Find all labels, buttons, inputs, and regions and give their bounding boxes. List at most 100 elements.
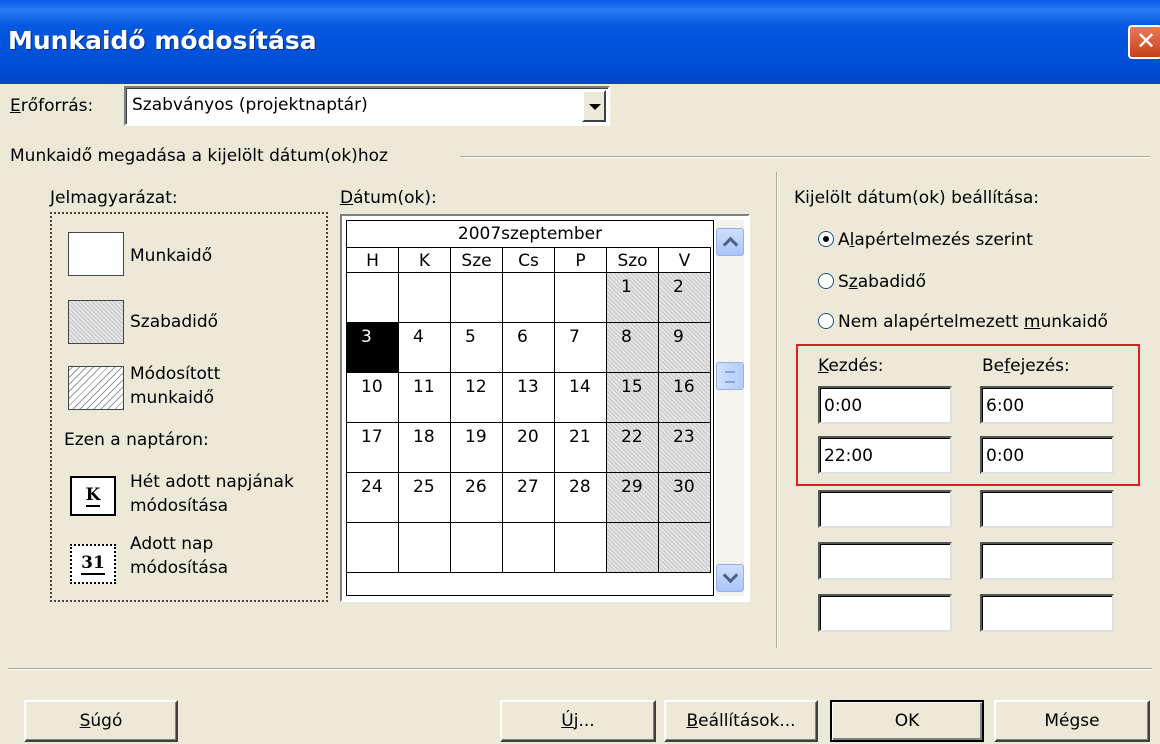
calendar-day[interactable] <box>607 523 659 573</box>
legend-weekday-label: Hét adott napjának módosítása <box>130 472 294 516</box>
calendar-day[interactable]: 7 <box>555 323 607 373</box>
start-label: Kezdés: <box>818 356 884 376</box>
legend-nonworking-label: Szabadidő <box>130 312 219 332</box>
modified-time-swatch <box>68 366 124 410</box>
calendar-day[interactable]: 8 <box>607 323 659 373</box>
radio-nondefault-working[interactable]: Nem alapértelmezett munkaidő <box>818 312 1108 332</box>
calendar-day[interactable]: 9 <box>659 323 711 373</box>
working-time-swatch <box>68 232 124 276</box>
calendar-day[interactable]: 18 <box>399 423 451 473</box>
calendar-grid: H K Sze Cs P Szo V 1 2 3 4 5 6 7 8 9 10 11 12 13 14 15 16 17 18 1… <box>347 247 711 573</box>
legend-title: Jelmagyarázat: <box>50 188 178 208</box>
weekday-header[interactable]: Sze <box>451 247 503 273</box>
bottom-divider <box>8 668 1152 670</box>
calendar-day[interactable] <box>347 523 399 573</box>
start-time-field-1[interactable]: 0:00 <box>818 386 952 424</box>
dates-label: Dátum(ok): <box>340 188 437 208</box>
new-button[interactable]: Új... <box>500 700 656 742</box>
radio-default[interactable]: Alapértelmezés szerint <box>818 230 1033 250</box>
resource-select-value: Szabványos (projektnaptár) <box>132 95 368 115</box>
weekday-header[interactable]: V <box>659 247 711 273</box>
calendar-day[interactable]: 12 <box>451 373 503 423</box>
radio-nonworking[interactable]: Szabadidő <box>818 272 926 292</box>
calendar-day[interactable]: 14 <box>555 373 607 423</box>
start-time-field-5[interactable] <box>818 594 952 632</box>
calendar-day[interactable]: 4 <box>399 323 451 373</box>
legend-day-label: Adott nap módosítása <box>130 534 229 578</box>
calendar-day[interactable] <box>503 273 555 323</box>
scroll-down-icon[interactable] <box>716 564 744 592</box>
calendar-day[interactable] <box>347 273 399 323</box>
end-time-field-3[interactable] <box>980 490 1114 528</box>
end-time-field-4[interactable] <box>980 542 1114 580</box>
calendar-day[interactable]: 27 <box>503 473 555 523</box>
end-time-field-5[interactable] <box>980 594 1114 632</box>
calendar-day[interactable] <box>555 273 607 323</box>
legend-working-label: Munkaidő <box>130 246 213 266</box>
calendar-day[interactable]: 1 <box>607 273 659 323</box>
weekday-header[interactable]: Cs <box>503 247 555 273</box>
scroll-thumb[interactable] <box>716 362 744 390</box>
calendar-day[interactable] <box>399 523 451 573</box>
calendar-day[interactable] <box>659 523 711 573</box>
calendar-day[interactable]: 5 <box>451 323 503 373</box>
weekday-header[interactable]: H <box>347 247 399 273</box>
vertical-divider <box>776 172 778 648</box>
calendar-day[interactable]: 24 <box>347 473 399 523</box>
close-button[interactable]: ✕ <box>1128 25 1160 59</box>
calendar-day[interactable]: 3 <box>347 323 399 373</box>
calendar-day[interactable]: 25 <box>399 473 451 523</box>
end-time-field-1[interactable]: 6:00 <box>980 386 1114 424</box>
radio-unchecked-icon <box>818 313 834 329</box>
calendar-day[interactable]: 17 <box>347 423 399 473</box>
calendar[interactable]: 2007szeptember H K Sze Cs P Szo V 1 2 3 4 5 6 7 8 9 10 11… <box>340 214 750 602</box>
start-time-field-2[interactable]: 22:00 <box>818 436 952 474</box>
group-divider <box>460 156 1150 158</box>
end-time-field-2[interactable]: 0:00 <box>980 436 1114 474</box>
calendar-day[interactable]: 30 <box>659 473 711 523</box>
calendar-day[interactable] <box>451 523 503 573</box>
calendar-month-title: 2007szeptember <box>457 224 603 244</box>
calendar-day[interactable]: 13 <box>503 373 555 423</box>
calendar-day[interactable]: 19 <box>451 423 503 473</box>
calendar-day[interactable] <box>503 523 555 573</box>
calendar-day[interactable]: 26 <box>451 473 503 523</box>
scroll-up-icon[interactable] <box>716 228 744 256</box>
weekday-header[interactable]: P <box>555 247 607 273</box>
calendar-day[interactable]: 11 <box>399 373 451 423</box>
calendar-day[interactable]: 22 <box>607 423 659 473</box>
calendar-day[interactable]: 2 <box>659 273 711 323</box>
calendar-grid-frame: 2007szeptember H K Sze Cs P Szo V 1 2 3 4 5 6 7 8 9 10 11… <box>346 220 714 596</box>
calendar-day[interactable]: 6 <box>503 323 555 373</box>
group-title: Munkaidő megadása a kijelölt dátum(ok)ho… <box>10 146 392 166</box>
radio-checked-icon <box>818 231 834 247</box>
ok-button[interactable]: OK <box>830 700 984 742</box>
help-button[interactable]: Súgó <box>24 700 178 742</box>
calendar-day[interactable]: 28 <box>555 473 607 523</box>
calendar-day[interactable]: 16 <box>659 373 711 423</box>
start-time-field-3[interactable] <box>818 490 952 528</box>
options-button[interactable]: Beállítások... <box>664 700 818 742</box>
calendar-day[interactable]: 15 <box>607 373 659 423</box>
weekday-edit-icon: K <box>70 476 116 516</box>
cancel-button[interactable]: Mégse <box>994 700 1150 742</box>
close-icon: ✕ <box>1135 27 1157 55</box>
title-bar[interactable]: Munkaidő módosítása ✕ <box>0 0 1160 84</box>
calendar-day[interactable] <box>555 523 607 573</box>
nonworking-time-swatch <box>68 300 124 344</box>
calendar-day[interactable] <box>451 273 503 323</box>
calendar-day[interactable]: 29 <box>607 473 659 523</box>
end-label: Befejezés: <box>982 356 1070 376</box>
window-title: Munkaidő módosítása <box>8 26 317 55</box>
dropdown-arrow-icon[interactable] <box>582 90 606 122</box>
resource-select[interactable]: Szabványos (projektnaptár) <box>124 86 610 126</box>
weekday-header[interactable]: K <box>399 247 451 273</box>
weekday-header[interactable]: Szo <box>607 247 659 273</box>
calendar-day[interactable] <box>399 273 451 323</box>
calendar-scrollbar[interactable] <box>716 220 744 596</box>
calendar-day[interactable]: 23 <box>659 423 711 473</box>
calendar-day[interactable]: 20 <box>503 423 555 473</box>
calendar-day[interactable]: 10 <box>347 373 399 423</box>
start-time-field-4[interactable] <box>818 542 952 580</box>
calendar-day[interactable]: 21 <box>555 423 607 473</box>
